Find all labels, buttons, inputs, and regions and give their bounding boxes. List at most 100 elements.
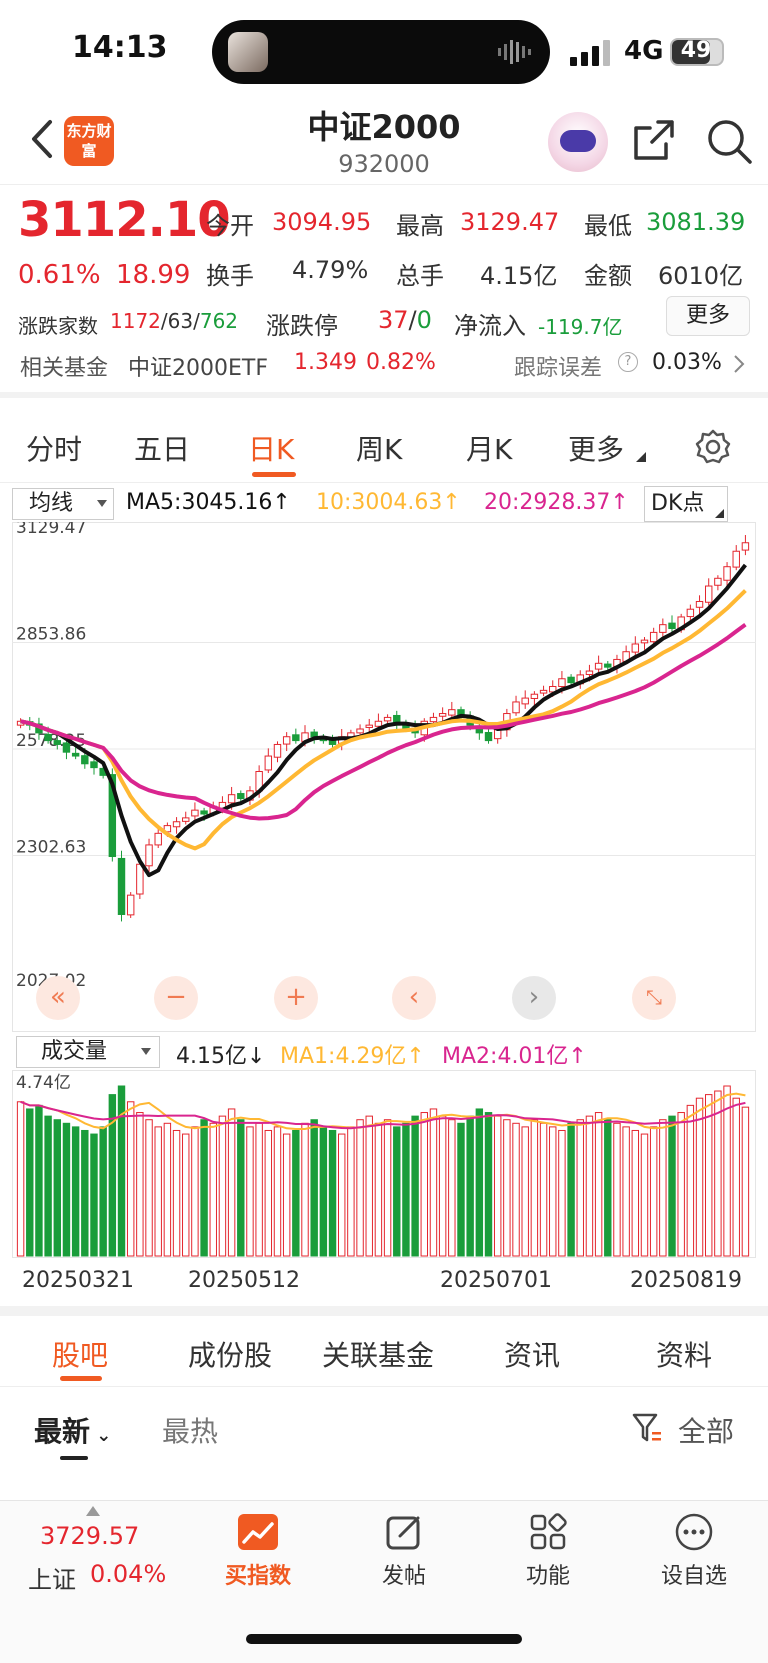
filter-all[interactable]: 全部 bbox=[678, 1410, 734, 1450]
candle-body bbox=[585, 670, 594, 676]
volume-bar bbox=[714, 1090, 722, 1257]
limit-values: 37/0 bbox=[378, 306, 432, 334]
tab-daily-k[interactable]: 日K bbox=[248, 428, 294, 468]
fullscreen-icon[interactable]: ⤡ bbox=[632, 976, 676, 1020]
compose-icon[interactable] bbox=[384, 1512, 424, 1552]
sort-latest-label: 最新 bbox=[34, 1415, 91, 1448]
scroll-left-button[interactable]: ‹ bbox=[392, 976, 436, 1020]
scroll-start-button[interactable]: « bbox=[36, 976, 80, 1020]
nav-post[interactable]: 发帖 bbox=[354, 1558, 454, 1590]
breadth-values: 1172/63/762 bbox=[110, 309, 239, 333]
y-tick-label: 2302.63 bbox=[16, 838, 86, 858]
volume-bar bbox=[328, 1129, 337, 1257]
dropdown-icon bbox=[97, 500, 107, 507]
volume-bar bbox=[200, 1119, 208, 1257]
candle-body bbox=[594, 662, 603, 670]
high-value: 3129.47 bbox=[460, 208, 560, 236]
ma10-label: 10:3004.63↑ bbox=[316, 490, 461, 515]
candle-body bbox=[328, 740, 337, 745]
volume-bar bbox=[71, 1126, 80, 1257]
volume-bar bbox=[374, 1122, 383, 1257]
candle-body bbox=[53, 740, 61, 745]
volume-bar bbox=[255, 1122, 263, 1257]
indicator-select[interactable]: 均线 bbox=[12, 488, 114, 520]
tab-guba[interactable]: 股吧 bbox=[52, 1334, 108, 1374]
dk-point-button[interactable]: DK点 bbox=[644, 486, 728, 522]
x-tick-label: 20250819 bbox=[630, 1268, 742, 1293]
trend-up-icon[interactable] bbox=[236, 1512, 280, 1552]
share-icon[interactable] bbox=[630, 116, 678, 164]
candle-body bbox=[273, 743, 282, 758]
volume-bar bbox=[677, 1112, 685, 1257]
zoom-in-button[interactable]: + bbox=[274, 976, 318, 1020]
volume-bar bbox=[723, 1085, 731, 1257]
nav-add-watchlist[interactable]: 设自选 bbox=[644, 1558, 744, 1590]
candle-body bbox=[292, 734, 300, 742]
volume-bar bbox=[585, 1115, 594, 1257]
volume-bar bbox=[319, 1126, 328, 1257]
tab-five-day[interactable]: 五日 bbox=[134, 428, 190, 468]
fund-label: 相关基金 bbox=[20, 356, 109, 381]
audio-wave-icon bbox=[498, 40, 531, 64]
y-tick-label: 3129.47 bbox=[16, 522, 86, 538]
more-button[interactable]: 更多 bbox=[666, 296, 750, 336]
section-divider bbox=[0, 1306, 768, 1316]
help-icon[interactable]: ? bbox=[618, 352, 638, 372]
volume-bar bbox=[512, 1122, 520, 1257]
sort-latest[interactable]: 最新 ⌄ bbox=[34, 1410, 111, 1450]
netflow-value: -119.7亿 bbox=[538, 315, 623, 339]
ticker-name: 上证 bbox=[28, 1566, 76, 1594]
scroll-right-button[interactable]: › bbox=[512, 976, 556, 1020]
volume-ma2: MA2:4.01亿↑ bbox=[442, 1044, 587, 1069]
candle-body bbox=[62, 742, 71, 753]
tab-more[interactable]: 更多 bbox=[568, 428, 624, 468]
zoom-out-button[interactable]: − bbox=[154, 976, 198, 1020]
tab-intraday[interactable]: 分时 bbox=[26, 428, 82, 468]
netflow-label: 净流入 bbox=[454, 312, 526, 340]
kline-chart[interactable]: 3129.472853.862578.252302.632027.02 bbox=[12, 522, 756, 1032]
sort-hot[interactable]: 最热 bbox=[162, 1410, 218, 1450]
turnover-label: 换手 bbox=[206, 262, 254, 290]
ticker-value[interactable]: 3729.57 bbox=[40, 1522, 139, 1550]
tab-active-indicator bbox=[252, 472, 296, 477]
ma5-label: MA5:3045.16↑ bbox=[126, 490, 291, 515]
volume-bar bbox=[521, 1126, 529, 1257]
tab-profile[interactable]: 资料 bbox=[656, 1334, 712, 1374]
filter-icon[interactable] bbox=[632, 1412, 662, 1444]
tab-weekly-k[interactable]: 周K bbox=[356, 428, 402, 468]
limit-up: 37 bbox=[378, 306, 409, 334]
gear-icon[interactable] bbox=[694, 428, 732, 466]
volume-bar bbox=[310, 1119, 318, 1257]
volume-bar bbox=[301, 1122, 309, 1257]
volume-bar bbox=[227, 1108, 236, 1257]
volume-bar bbox=[191, 1126, 199, 1257]
candle-body bbox=[374, 720, 383, 727]
related-fund-row[interactable]: 相关基金 中证2000ETF 1.349 0.82% 跟踪误差 ? 0.03% bbox=[0, 346, 768, 386]
volume-ma1: MA1:4.29亿↑ bbox=[280, 1044, 425, 1069]
candle-body bbox=[227, 794, 236, 804]
candle-body bbox=[512, 701, 520, 714]
tab-monthly-k[interactable]: 月K bbox=[466, 428, 512, 468]
volume-chart[interactable]: 4.74亿 bbox=[12, 1070, 756, 1258]
nav-buy-index[interactable]: 买指数 bbox=[208, 1558, 308, 1590]
tabs-divider bbox=[0, 482, 768, 483]
tab-news[interactable]: 资讯 bbox=[504, 1334, 560, 1374]
volume-bar bbox=[292, 1129, 300, 1257]
fund-price: 1.349 bbox=[294, 350, 357, 375]
x-tick-label: 20250512 bbox=[188, 1268, 300, 1293]
tab-related-funds[interactable]: 关联基金 bbox=[322, 1334, 434, 1374]
nav-functions[interactable]: 功能 bbox=[498, 1558, 598, 1590]
limit-down: 0 bbox=[416, 306, 432, 334]
btab-active-indicator bbox=[60, 1376, 102, 1381]
search-icon[interactable] bbox=[704, 116, 754, 166]
grid-icon[interactable] bbox=[528, 1512, 568, 1552]
tab-constituents[interactable]: 成份股 bbox=[188, 1334, 272, 1374]
low-label: 最低 bbox=[584, 212, 632, 240]
volume-bar bbox=[136, 1112, 144, 1257]
volume-indicator-select[interactable]: 成交量 bbox=[16, 1036, 160, 1068]
volume-bar bbox=[44, 1115, 52, 1257]
more-dots-icon[interactable] bbox=[674, 1512, 714, 1552]
candle-body bbox=[604, 663, 612, 668]
volume-bar bbox=[90, 1133, 98, 1257]
candle-body bbox=[539, 689, 548, 694]
